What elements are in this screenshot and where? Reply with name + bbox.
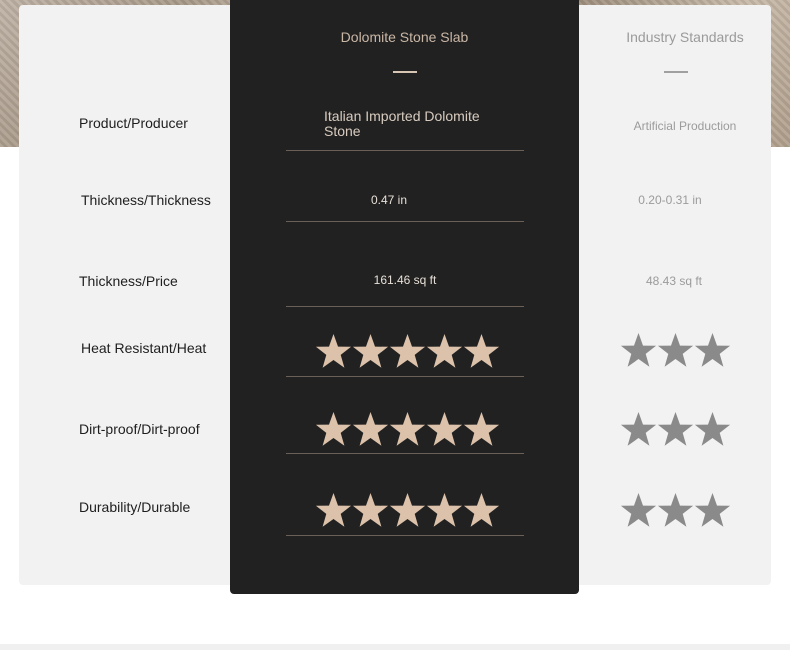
product-value-producer: Italian Imported Dolomite Stone xyxy=(324,108,480,139)
row-label-durability: Durability/Durable xyxy=(79,499,191,515)
product-rating-durability xyxy=(315,492,500,528)
row-label-price: Thickness/Price xyxy=(79,273,178,289)
product-value-thickness: 0.47 in xyxy=(370,193,408,207)
standard-header-dash xyxy=(664,71,688,73)
star-icon xyxy=(463,493,500,527)
star-icon xyxy=(315,412,352,446)
star-icon xyxy=(426,412,463,446)
row-divider xyxy=(286,453,524,454)
star-icon xyxy=(657,333,694,367)
standard-column-header: Industry Standards xyxy=(626,29,744,45)
star-icon xyxy=(694,493,731,527)
star-icon xyxy=(315,334,352,368)
star-icon xyxy=(389,493,426,527)
row-divider xyxy=(286,221,524,222)
product-rating-heat xyxy=(315,333,500,369)
standard-value-thickness: 0.20-0.31 in xyxy=(638,193,702,207)
product-rating-dirt xyxy=(315,411,500,447)
row-divider xyxy=(286,535,524,536)
row-label-heat-resistant: Heat Resistant/Heat xyxy=(81,340,207,356)
star-icon xyxy=(694,333,731,367)
star-icon xyxy=(352,412,389,446)
star-icon xyxy=(463,412,500,446)
star-icon xyxy=(620,493,657,527)
product-value-price: 161.46 sq ft xyxy=(373,273,437,287)
star-icon xyxy=(389,334,426,368)
standard-rating-heat xyxy=(620,332,731,368)
standard-value-price: 48.43 sq ft xyxy=(645,274,703,288)
row-divider xyxy=(286,306,524,307)
star-icon xyxy=(657,412,694,446)
row-divider xyxy=(286,376,524,377)
row-divider xyxy=(286,150,524,151)
star-icon xyxy=(694,412,731,446)
star-icon xyxy=(620,333,657,367)
star-icon xyxy=(352,493,389,527)
star-icon xyxy=(657,493,694,527)
row-label-product-producer: Product/Producer xyxy=(79,115,188,131)
star-icon xyxy=(352,334,389,368)
star-icon xyxy=(620,412,657,446)
star-icon xyxy=(463,334,500,368)
standard-rating-dirt xyxy=(620,411,731,447)
product-header-dash xyxy=(393,71,417,73)
standard-value-producer: Artificial Production xyxy=(633,119,737,133)
star-icon xyxy=(426,493,463,527)
star-icon xyxy=(315,493,352,527)
page-bottom-divider xyxy=(0,644,790,650)
star-icon xyxy=(389,412,426,446)
product-column-header: Dolomite Stone Slab xyxy=(340,29,469,45)
row-label-thickness: Thickness/Thickness xyxy=(81,192,211,208)
row-label-dirt-proof: Dirt-proof/Dirt-proof xyxy=(79,421,200,437)
standard-rating-durability xyxy=(620,492,731,528)
star-icon xyxy=(426,334,463,368)
